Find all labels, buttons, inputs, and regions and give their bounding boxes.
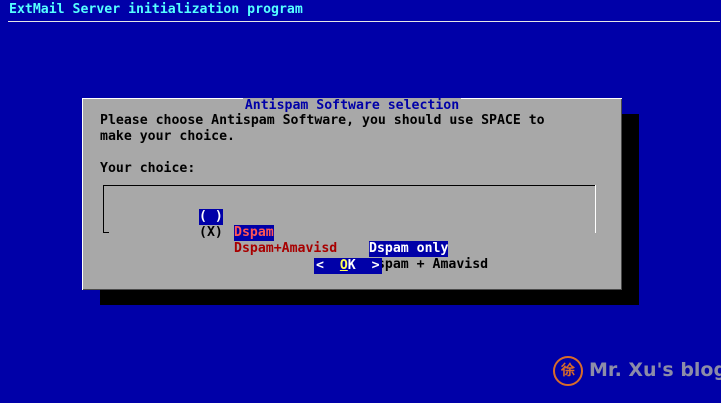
item-description: Dspam + Amavisd	[369, 257, 489, 272]
choice-label: Your choice:	[100, 161, 196, 176]
item-description: Dspam only	[369, 241, 449, 257]
checklist-dialog: Antispam Software selection Please choos…	[82, 98, 622, 290]
checklist-item-dspam[interactable]: ( ) Dspam Dspam only	[199, 193, 449, 257]
blog-logo-icon: 徐	[553, 356, 583, 386]
listbox-bottom-border	[103, 232, 109, 233]
listbox-top-border	[103, 185, 596, 186]
ok-label-rest: K	[347, 258, 356, 273]
item-tag: Dspam+Amavisd	[234, 241, 338, 256]
watermark-text: Mr. Xu's blog	[589, 359, 721, 381]
checklist-box: ( ) Dspam Dspam only (X) Dspam+Amavisd D…	[103, 185, 596, 272]
ok-right-bracket: >	[371, 258, 380, 273]
listbox-right-border	[595, 185, 596, 233]
backtitle-divider	[8, 21, 720, 22]
ok-button[interactable]: < OK >	[314, 258, 382, 274]
dialog-title: Antispam Software selection	[242, 98, 462, 113]
listbox-left-border	[103, 185, 104, 233]
checklist-item-dspam-amavisd[interactable]: (X) Dspam+Amavisd Dspam + Amavisd	[199, 209, 488, 272]
ok-hotkey: O	[339, 258, 348, 273]
ok-left-bracket: <	[316, 258, 324, 273]
prompt-line-1: Please choose Antispam Software, you sho…	[100, 113, 545, 128]
backtitle: ExtMail Server initialization program	[9, 2, 303, 17]
checkbox[interactable]: (X)	[199, 225, 223, 241]
prompt-line-2: make your choice.	[100, 129, 235, 144]
